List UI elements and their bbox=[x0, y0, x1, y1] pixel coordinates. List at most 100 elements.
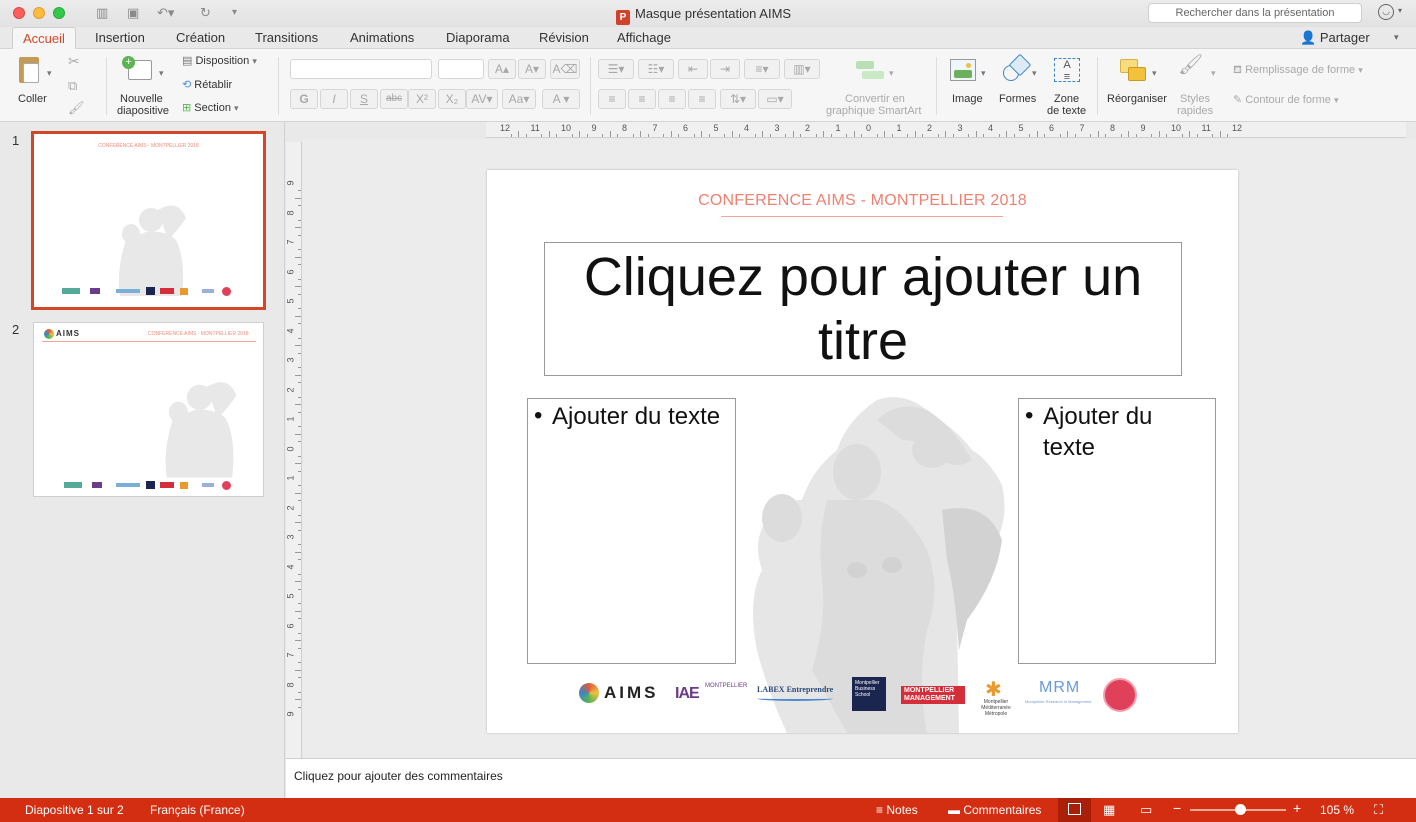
share-caret-icon[interactable]: ▾ bbox=[1394, 32, 1399, 43]
italic-button[interactable]: I bbox=[320, 89, 348, 109]
right-content-placeholder[interactable]: • Ajouter du texte bbox=[1018, 398, 1216, 664]
feedback-smiley-icon[interactable]: ◡ bbox=[1378, 4, 1394, 20]
feedback-caret-icon[interactable]: ▾ bbox=[1398, 6, 1402, 15]
superscript-button[interactable]: X² bbox=[408, 89, 436, 109]
current-slide[interactable]: CONFERENCE AIMS - MONTPELLIER 2018 Cliqu… bbox=[487, 170, 1238, 733]
share-button[interactable]: 👤 Partager bbox=[1300, 30, 1370, 46]
minimize-window-button[interactable] bbox=[33, 7, 45, 19]
format-painter-icon[interactable]: 🖌 bbox=[68, 101, 85, 114]
shapes-icon[interactable] bbox=[1003, 53, 1032, 83]
slide-thumbnail-2[interactable]: AIMS CONFERENCE AIMS - MONTPELLIER 2018 bbox=[33, 322, 264, 497]
increase-font-icon[interactable]: A▴ bbox=[488, 59, 516, 79]
quick-styles-label-2[interactable]: rapides bbox=[1177, 105, 1213, 118]
search-input[interactable]: Rechercher dans la présentation bbox=[1148, 3, 1362, 23]
paste-caret-icon[interactable]: ▾ bbox=[47, 67, 52, 80]
underline-button[interactable]: S bbox=[350, 89, 378, 109]
shape-outline-button[interactable]: ✎ Contour de forme ▾ bbox=[1233, 94, 1338, 107]
customize-toolbar-icon[interactable]: ▾ bbox=[232, 5, 237, 21]
strikethrough-button[interactable]: abc bbox=[380, 89, 408, 109]
horizontal-ruler[interactable]: 12 11 10 9 8 7 6 5 4 3 2 1 0 1 2 3 4 5 6 7 8 9 10 11 12 bbox=[486, 122, 1406, 138]
font-size-select[interactable] bbox=[438, 59, 484, 79]
layout-button[interactable]: ▤ Disposition ▾ bbox=[182, 55, 257, 68]
zoom-level[interactable]: 105 % bbox=[1320, 803, 1354, 817]
align-center-icon[interactable]: ≡ bbox=[628, 89, 656, 109]
redo-icon[interactable]: ↻ bbox=[200, 5, 211, 21]
change-case-icon[interactable]: Aa▾ bbox=[502, 89, 536, 109]
increase-indent-icon[interactable]: ⇥ bbox=[710, 59, 740, 79]
zoom-slider[interactable] bbox=[1190, 804, 1286, 815]
reset-button[interactable]: ⟲ Rétablir bbox=[182, 79, 232, 92]
vertical-ruler[interactable]: 9 8 7 6 5 4 3 2 1 0 1 2 3 4 5 6 7 8 9 bbox=[286, 142, 302, 758]
presenter-view-icon[interactable]: ▭ bbox=[1140, 803, 1152, 817]
image-icon[interactable] bbox=[950, 59, 976, 81]
slide-thumbnail-1[interactable]: CONFERENCE AIMS - MONTPELLIER 2018 bbox=[31, 131, 266, 310]
tab-diaporama[interactable]: Diaporama bbox=[446, 30, 510, 46]
tab-creation[interactable]: Création bbox=[176, 30, 225, 46]
bullets-icon[interactable]: ☰▾ bbox=[598, 59, 634, 79]
arrange-caret-icon[interactable]: ▾ bbox=[1152, 67, 1157, 80]
subscript-button[interactable]: X₂ bbox=[438, 89, 466, 109]
paste-icon[interactable] bbox=[17, 57, 41, 87]
zoom-slider-knob[interactable] bbox=[1234, 804, 1246, 815]
text-direction-icon[interactable]: ⇅▾ bbox=[720, 89, 756, 109]
section-button[interactable]: ⊞ Section ▾ bbox=[182, 102, 239, 115]
title-placeholder[interactable]: Cliquez pour ajouter un titre bbox=[544, 242, 1182, 376]
font-color-icon[interactable]: A ▾ bbox=[542, 89, 580, 109]
tab-affichage[interactable]: Affichage bbox=[617, 30, 671, 46]
comments-button[interactable]: ▬ Commentaires bbox=[948, 803, 1041, 817]
slide-sorter-icon[interactable]: ▦ bbox=[1103, 803, 1115, 817]
decrease-font-icon[interactable]: A▾ bbox=[518, 59, 546, 79]
smartart-icon[interactable] bbox=[856, 59, 886, 81]
image-button[interactable]: Image bbox=[952, 93, 983, 106]
paste-button[interactable]: Coller bbox=[18, 93, 47, 106]
decrease-indent-icon[interactable]: ⇤ bbox=[678, 59, 708, 79]
tab-transitions[interactable]: Transitions bbox=[255, 30, 318, 46]
zoom-in-button[interactable]: + bbox=[1293, 801, 1301, 815]
align-right-icon[interactable]: ≡ bbox=[658, 89, 686, 109]
new-slide-icon[interactable]: + bbox=[122, 56, 152, 84]
convert-smartart-label-2[interactable]: graphique SmartArt bbox=[826, 105, 921, 118]
character-spacing-icon[interactable]: AV▾ bbox=[466, 89, 498, 109]
tab-accueil[interactable]: Accueil bbox=[12, 27, 76, 50]
tab-revision[interactable]: Révision bbox=[539, 30, 589, 46]
zoom-window-button[interactable] bbox=[53, 7, 65, 19]
font-name-select[interactable] bbox=[290, 59, 432, 79]
cut-icon[interactable]: ✂ bbox=[68, 54, 80, 68]
zoom-out-button[interactable]: − bbox=[1173, 801, 1181, 815]
clear-formatting-icon[interactable]: A⌫ bbox=[550, 59, 580, 79]
tab-animations[interactable]: Animations bbox=[350, 30, 414, 46]
image-caret-icon[interactable]: ▾ bbox=[981, 67, 986, 80]
line-spacing-icon[interactable]: ≡▾ bbox=[744, 59, 780, 79]
bold-button[interactable]: G bbox=[290, 89, 318, 109]
quick-styles-icon[interactable]: 🖌 bbox=[1178, 55, 1203, 75]
justify-icon[interactable]: ≡ bbox=[688, 89, 716, 109]
arrange-button[interactable]: Réorganiser bbox=[1107, 93, 1167, 106]
shapes-caret-icon[interactable]: ▾ bbox=[1032, 67, 1037, 80]
save-icon[interactable]: ▣ bbox=[127, 5, 139, 21]
new-slide-caret-icon[interactable]: ▾ bbox=[159, 67, 164, 80]
close-window-button[interactable] bbox=[13, 7, 25, 19]
arrange-icon[interactable] bbox=[1120, 59, 1148, 83]
textbox-label-2[interactable]: de texte bbox=[1047, 105, 1086, 118]
smartart-caret-icon[interactable]: ▾ bbox=[889, 67, 894, 80]
sidebar-toggle-icon[interactable]: ▥ bbox=[96, 5, 108, 21]
numbering-icon[interactable]: ☷▾ bbox=[638, 59, 674, 79]
left-content-placeholder[interactable]: • Ajouter du texte bbox=[527, 398, 736, 664]
undo-icon[interactable]: ↶▾ bbox=[157, 5, 174, 21]
quick-styles-caret-icon[interactable]: ▾ bbox=[1211, 67, 1216, 80]
align-text-icon[interactable]: ▭▾ bbox=[758, 89, 792, 109]
notes-pane[interactable]: Cliquez pour ajouter des commentaires bbox=[286, 758, 1416, 798]
copy-icon[interactable]: ⧉ bbox=[68, 79, 77, 92]
fit-to-window-icon[interactable]: ⛶ bbox=[1374, 803, 1383, 817]
notes-button[interactable]: ≡ Notes bbox=[876, 803, 918, 817]
tab-insertion[interactable]: Insertion bbox=[95, 30, 145, 46]
normal-view-button[interactable] bbox=[1058, 798, 1091, 822]
new-slide-label-2[interactable]: diapositive bbox=[117, 105, 169, 118]
shape-fill-button[interactable]: ⛾ Remplissage de forme ▾ bbox=[1233, 64, 1363, 77]
align-left-icon[interactable]: ≡ bbox=[598, 89, 626, 109]
ruler-tick bbox=[1219, 131, 1221, 137]
textbox-icon[interactable]: A ≡ bbox=[1054, 58, 1080, 83]
columns-icon[interactable]: ▥▾ bbox=[784, 59, 820, 79]
language-indicator[interactable]: Français (France) bbox=[150, 803, 245, 817]
shapes-button[interactable]: Formes bbox=[999, 93, 1036, 106]
